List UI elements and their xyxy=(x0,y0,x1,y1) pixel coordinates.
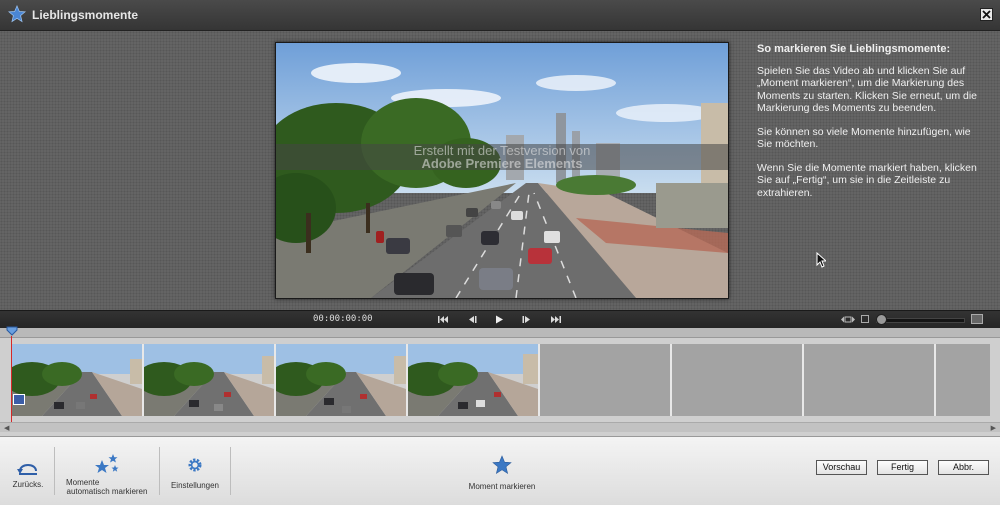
play-icon[interactable] xyxy=(493,314,505,325)
mouse-cursor-icon xyxy=(816,252,826,268)
instructions-paragraph-2: Sie können so viele Momente hinzufügen, … xyxy=(757,125,971,151)
preview-button[interactable]: Vorschau xyxy=(816,460,867,475)
toolbar-separator xyxy=(159,447,160,495)
settings-button[interactable]: Einstellungen xyxy=(166,437,224,505)
empty-clip-slot xyxy=(540,344,672,416)
empty-clip-slot xyxy=(936,344,990,416)
settings-label: Einstellungen xyxy=(170,481,220,490)
trial-watermark: Erstellt mit der Testversion von Adobe P… xyxy=(276,144,728,170)
clip-strip[interactable] xyxy=(12,344,990,416)
auto-mark-label-line-1: Momente xyxy=(66,478,100,487)
timeline-scrollbar[interactable]: ◀ ▶ xyxy=(0,422,1000,432)
empty-clip-slot xyxy=(804,344,936,416)
clip-marker-icon xyxy=(13,394,25,405)
zoom-in-icon[interactable] xyxy=(971,314,983,324)
empty-clip-slot xyxy=(672,344,804,416)
step-back-icon[interactable] xyxy=(466,314,478,325)
mark-moment-label: Moment markieren xyxy=(468,482,536,491)
time-ruler[interactable] xyxy=(0,328,1000,338)
undo-label: Zurücks. xyxy=(12,480,44,489)
instructions-heading: So markieren Sie Lieblingsmomente: xyxy=(757,43,951,55)
star-icon xyxy=(8,5,26,23)
video-preview[interactable]: Erstellt mit der Testversion von Adobe P… xyxy=(275,42,729,299)
undo-icon xyxy=(17,464,37,475)
clip-thumbnail xyxy=(276,344,408,416)
undo-button[interactable]: Zurücks. xyxy=(6,437,50,505)
gear-icon xyxy=(188,458,202,472)
auto-mark-label-line-2: automatisch markieren xyxy=(66,487,148,496)
title-bar: Lieblingsmomente xyxy=(0,0,1000,31)
scroll-left-icon[interactable]: ◀ xyxy=(4,424,9,432)
star-icon xyxy=(492,455,512,475)
step-forward-icon[interactable] xyxy=(521,314,533,325)
auto-stars-icon xyxy=(95,454,119,473)
scroll-right-icon[interactable]: ▶ xyxy=(991,424,996,432)
window-title: Lieblingsmomente xyxy=(32,8,139,22)
playhead-line xyxy=(11,336,12,426)
favorite-moments-window: Lieblingsmomente Erstellt mit der Testve… xyxy=(0,0,1000,505)
cancel-button[interactable]: Abbr. xyxy=(938,460,989,475)
toolbar-separator xyxy=(54,447,55,495)
instructions-paragraph-3: Wenn Sie die Momente markiert haben, kli… xyxy=(757,161,977,199)
transport-bar: 00:00:00:00 xyxy=(0,310,1000,328)
instructions-panel: So markieren Sie Lieblingsmomente: Spiel… xyxy=(757,43,982,210)
watermark-line-2: Adobe Premiere Elements xyxy=(421,156,583,171)
clip-thumbnail xyxy=(12,344,144,416)
fit-timeline-icon[interactable] xyxy=(841,315,855,324)
zoom-slider-thumb[interactable] xyxy=(876,314,887,325)
zoom-out-icon[interactable] xyxy=(861,315,869,323)
playhead-handle[interactable] xyxy=(6,326,18,336)
clip-thumbnail xyxy=(408,344,540,416)
mark-moment-button[interactable]: Moment markieren xyxy=(460,437,544,505)
instructions-paragraph-1: Spielen Sie das Video ab und klicken Sie… xyxy=(757,64,978,115)
toolbar-separator xyxy=(230,447,231,495)
main-area: Erstellt mit der Testversion von Adobe P… xyxy=(0,31,1000,310)
bottom-toolbar: Zurücks. Momente automatisch markieren E… xyxy=(0,436,1000,505)
go-to-start-icon[interactable] xyxy=(437,314,449,325)
done-button[interactable]: Fertig xyxy=(877,460,928,475)
close-icon xyxy=(982,10,991,19)
go-to-end-icon[interactable] xyxy=(550,314,562,325)
clip-thumbnail xyxy=(144,344,276,416)
close-button[interactable] xyxy=(980,8,993,21)
timecode-display: 00:00:00:00 xyxy=(313,314,373,324)
timeline: ◀ ▶ xyxy=(0,326,1000,436)
auto-mark-moments-button[interactable]: Momente automatisch markieren xyxy=(60,437,154,505)
zoom-slider[interactable] xyxy=(876,318,965,323)
